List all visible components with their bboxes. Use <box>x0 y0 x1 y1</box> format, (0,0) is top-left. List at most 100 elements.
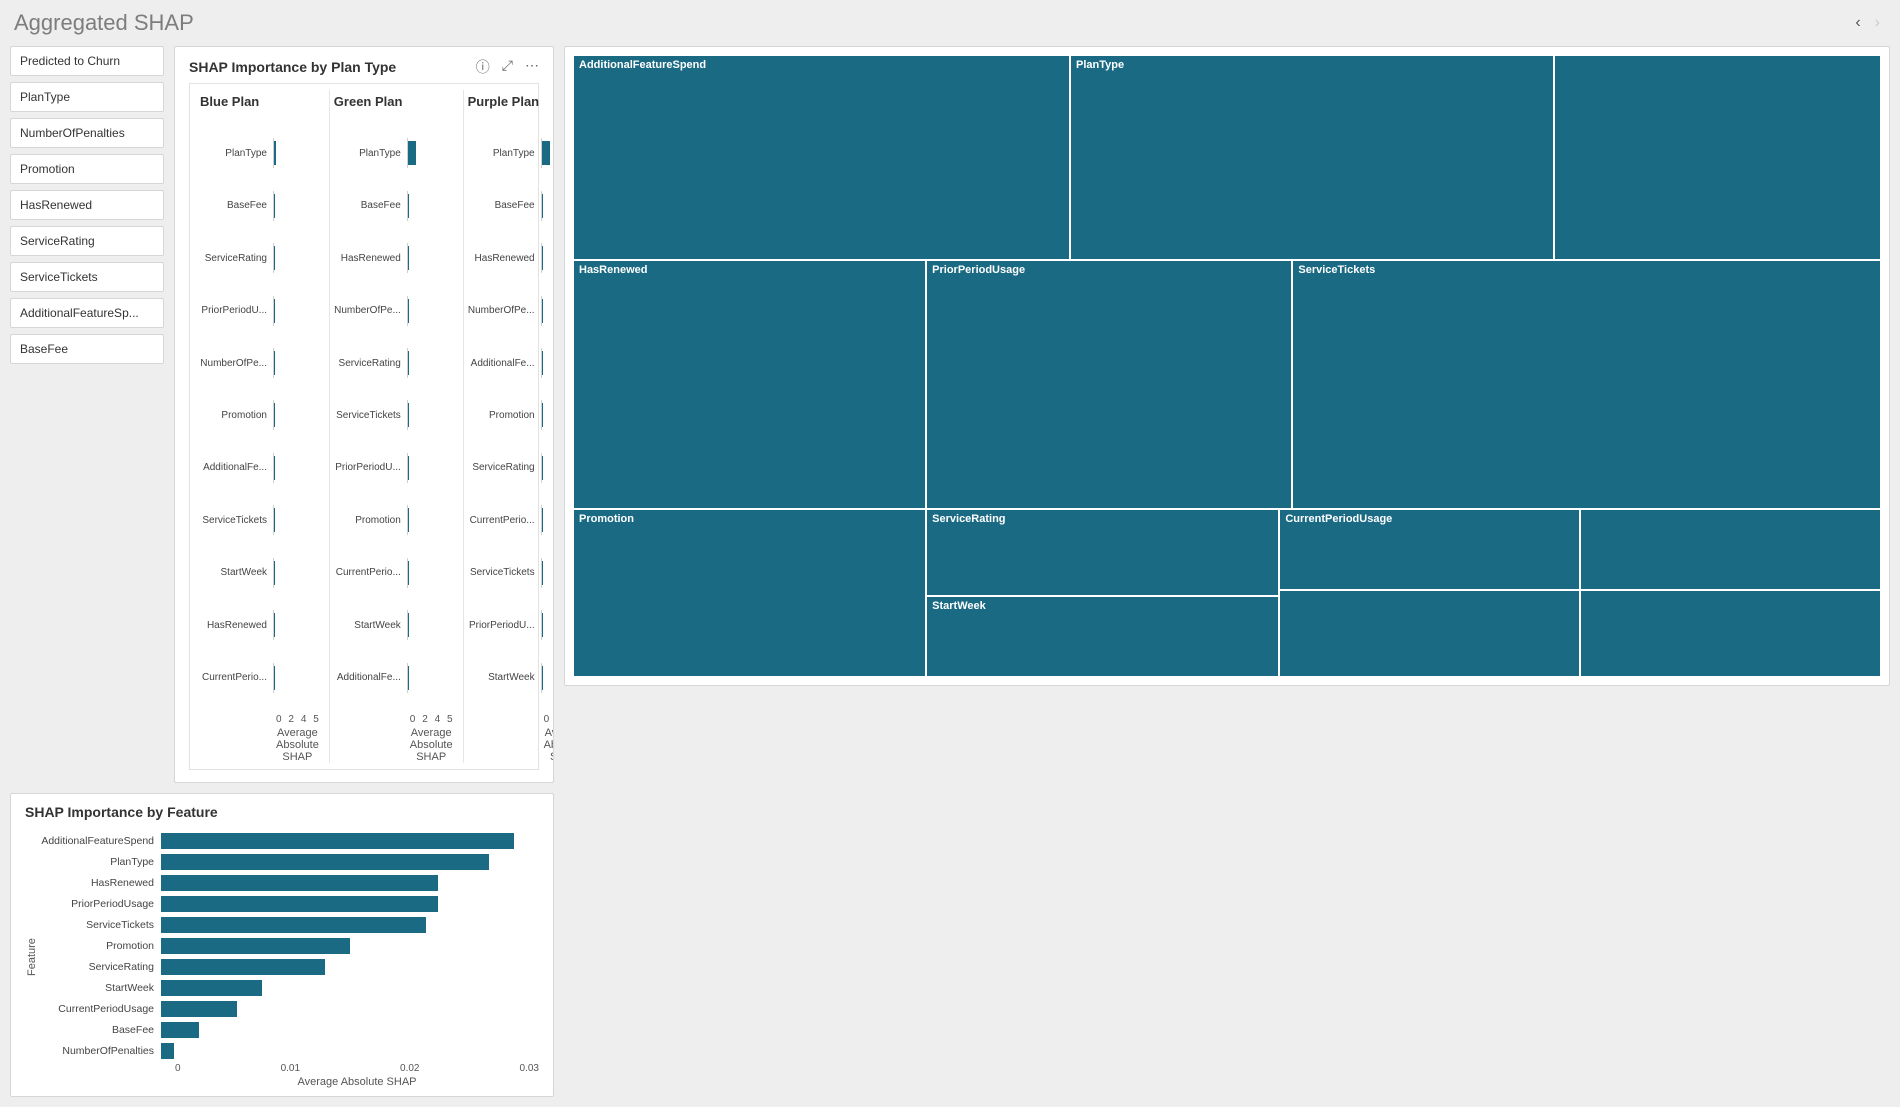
treemap-cell[interactable]: ServiceTickets <box>1292 260 1881 509</box>
treemap-cell[interactable]: ServiceRating <box>926 509 1279 596</box>
plan-column: Blue PlanPlanTypeBaseFeeServiceRatingPri… <box>196 90 321 763</box>
filter-item[interactable]: ServiceRating <box>10 226 164 256</box>
plan-bar[interactable] <box>408 508 409 532</box>
plan-bar-row: CurrentPerio... <box>332 558 453 588</box>
feature-bar[interactable] <box>161 959 325 975</box>
feature-bar[interactable] <box>161 938 350 954</box>
plan-x-axis-label: Average Absolute SHAP <box>276 727 319 763</box>
filter-item[interactable]: PlanType <box>10 82 164 112</box>
feature-bar[interactable] <box>161 875 438 891</box>
plan-bar-label: HasRenewed <box>198 620 270 631</box>
plan-bar[interactable] <box>542 194 543 218</box>
plan-bar[interactable] <box>274 351 275 375</box>
plan-bar-label: ServiceTickets <box>332 410 404 421</box>
treemap-cell[interactable]: CurrentPeriodUsage <box>1279 509 1580 590</box>
filter-item[interactable]: Promotion <box>10 154 164 184</box>
plan-bar-row: NumberOfPe... <box>332 296 453 326</box>
plan-bar-row: StartWeek <box>332 610 453 640</box>
plan-bar-row: BaseFee <box>198 191 319 221</box>
plan-bar-row: Promotion <box>198 400 319 430</box>
plan-bar-row: ServiceTickets <box>198 505 319 535</box>
treemap-cell[interactable] <box>1580 590 1881 677</box>
treemap-cell[interactable] <box>1580 509 1881 590</box>
plan-bar[interactable] <box>542 246 543 270</box>
plan-bar[interactable] <box>542 299 543 323</box>
filter-item[interactable]: HasRenewed <box>10 190 164 220</box>
plan-bar[interactable] <box>408 141 417 165</box>
feature-bar[interactable] <box>161 833 514 849</box>
feature-bar[interactable] <box>161 896 438 912</box>
plan-bar-label: BaseFee <box>332 200 404 211</box>
plan-bar-label: StartWeek <box>466 672 538 683</box>
plan-bar-label: CurrentPerio... <box>332 567 404 578</box>
treemap-cell[interactable]: Promotion <box>573 509 926 677</box>
filter-item[interactable]: AdditionalFeatureSp... <box>10 298 164 328</box>
feature-bar-label: NumberOfPenalties <box>39 1045 157 1057</box>
plan-bar-row: ServiceRating <box>332 348 453 378</box>
feature-bar[interactable] <box>161 1043 174 1059</box>
treemap-cell[interactable] <box>1554 55 1881 260</box>
plan-bar-row: PriorPeriodU... <box>332 453 453 483</box>
feature-bar-label: PlanType <box>39 856 157 868</box>
plan-bar-label: BaseFee <box>466 200 538 211</box>
axis-tick: 4 <box>435 714 441 725</box>
plan-bar[interactable] <box>408 351 409 375</box>
treemap-cell[interactable]: PriorPeriodUsage <box>926 260 1292 509</box>
plan-bar[interactable] <box>408 299 409 323</box>
plan-bar-row: HasRenewed <box>198 610 319 640</box>
plan-bar-row: NumberOfPe... <box>198 348 319 378</box>
info-icon[interactable]: ⓘ <box>476 57 490 77</box>
plan-bar[interactable] <box>542 456 543 480</box>
plan-bar[interactable] <box>408 246 409 270</box>
plan-bar-label: ServiceRating <box>332 358 404 369</box>
plan-bar-row: BaseFee <box>332 191 453 221</box>
expand-icon[interactable]: ⤢ <box>502 57 513 77</box>
plan-bar[interactable] <box>542 403 543 427</box>
plan-bar[interactable] <box>274 141 276 165</box>
plan-bar[interactable] <box>542 351 543 375</box>
filter-item[interactable]: Predicted to Churn <box>10 46 164 76</box>
feature-bar-row: CurrentPeriodUsage <box>39 998 539 1019</box>
feature-bar-label: Promotion <box>39 940 157 952</box>
feature-bar-label: AdditionalFeatureSpend <box>39 835 157 847</box>
axis-tick: 2 <box>288 714 294 725</box>
plan-bar[interactable] <box>542 141 550 165</box>
nav-prev-icon[interactable]: ‹ <box>1855 14 1860 32</box>
feature-bar[interactable] <box>161 917 426 933</box>
plan-bar-row: PriorPeriodU... <box>466 610 554 640</box>
plan-bar[interactable] <box>408 456 409 480</box>
treemap-cell[interactable]: StartWeek <box>926 596 1279 677</box>
plan-bar-label: Promotion <box>198 410 270 421</box>
plan-column: Purple PlanPlanTypeBaseFeeHasRenewedNumb… <box>463 90 554 763</box>
plan-bar-row: ServiceRating <box>466 453 554 483</box>
plan-bar-label: Promotion <box>466 410 538 421</box>
treemap-cell[interactable]: PlanType <box>1070 55 1554 260</box>
treemap-cell[interactable] <box>1279 590 1580 677</box>
plan-bar-label: ServiceRating <box>466 462 538 473</box>
plan-bar-row: CurrentPerio... <box>466 505 554 535</box>
feature-bar[interactable] <box>161 980 262 996</box>
plan-bar[interactable] <box>274 246 275 270</box>
plan-bar-row: Promotion <box>466 400 554 430</box>
plan-bar[interactable] <box>274 299 275 323</box>
more-icon[interactable]: ⋯ <box>525 57 539 77</box>
feature-bar[interactable] <box>161 854 489 870</box>
treemap-cell[interactable]: AdditionalFeatureSpend <box>573 55 1070 260</box>
filter-item[interactable]: ServiceTickets <box>10 262 164 292</box>
feature-bar-label: CurrentPeriodUsage <box>39 1003 157 1015</box>
filter-item[interactable]: NumberOfPenalties <box>10 118 164 148</box>
feature-bar-row: BaseFee <box>39 1019 539 1040</box>
feature-bar[interactable] <box>161 1022 199 1038</box>
filter-item[interactable]: BaseFee <box>10 334 164 364</box>
treemap-cell[interactable]: HasRenewed <box>573 260 926 509</box>
plan-bar[interactable] <box>408 403 409 427</box>
plan-bar[interactable] <box>274 194 275 218</box>
page-title: Aggregated SHAP <box>14 10 194 36</box>
plan-bar[interactable] <box>408 194 409 218</box>
plan-bar-row: HasRenewed <box>466 243 554 273</box>
feature-axis-label: Feature <box>25 826 39 1088</box>
feature-bar-row: ServiceRating <box>39 956 539 977</box>
plan-bar-row: HasRenewed <box>332 243 453 273</box>
plan-bar-row: CurrentPerio... <box>198 663 319 693</box>
feature-bar[interactable] <box>161 1001 237 1017</box>
